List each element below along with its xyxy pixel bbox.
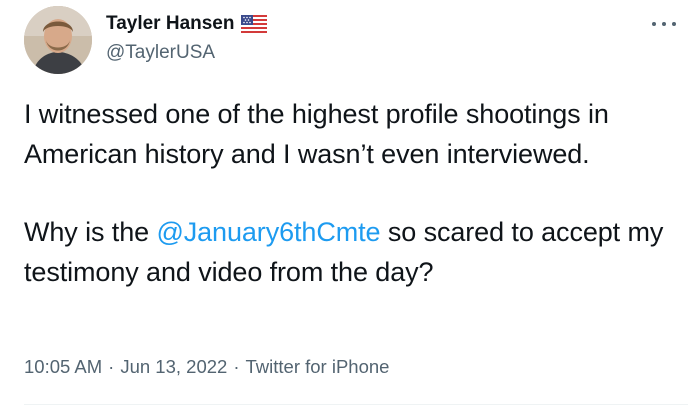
tweet-paragraph-2: Why is the @January6thCmte so scared to … <box>24 213 674 292</box>
tweet-paragraph-1: I witnessed one of the highest profile s… <box>24 99 609 169</box>
meta-separator: · <box>108 356 115 377</box>
avatar[interactable] <box>24 6 92 74</box>
tweet-text: I witnessed one of the highest profile s… <box>24 95 674 292</box>
user-name-row: Tayler Hansen <box>106 13 268 35</box>
more-dots-icon[interactable] <box>652 14 676 34</box>
dot <box>662 22 666 26</box>
us-flag-icon <box>241 15 268 33</box>
display-name[interactable]: Tayler Hansen <box>106 13 234 35</box>
user-handle[interactable]: @TaylerUSA <box>106 42 215 64</box>
tweet-text-before-mention: Why is the <box>24 217 157 247</box>
tweet-meta: 10:05 AM · Jun 13, 2022 · Twitter for iP… <box>24 356 389 378</box>
mention-link[interactable]: @January6thCmte <box>156 217 380 247</box>
tweet-date[interactable]: Jun 13, 2022 <box>120 356 227 378</box>
tweet-time[interactable]: 10:05 AM <box>24 356 102 378</box>
divider <box>24 404 688 405</box>
meta-separator: · <box>233 356 240 377</box>
tweet-source[interactable]: Twitter for iPhone <box>246 356 390 378</box>
dot <box>672 22 676 26</box>
dot <box>652 22 656 26</box>
